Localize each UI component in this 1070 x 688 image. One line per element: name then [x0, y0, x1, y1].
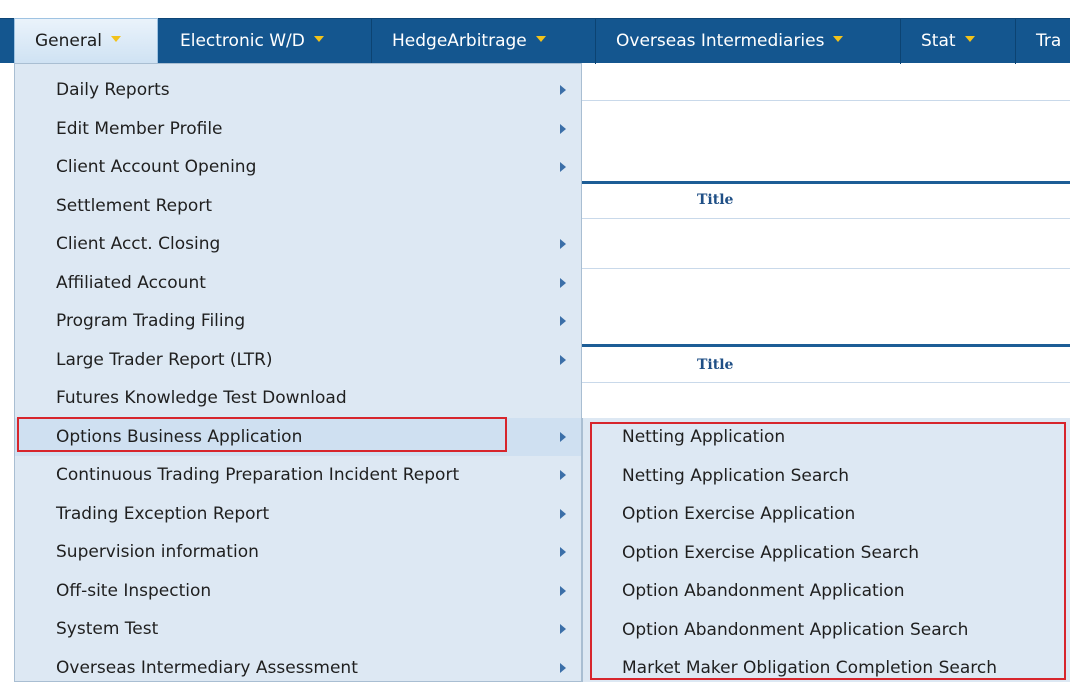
chevron-right-icon: [560, 354, 566, 365]
menu-item-label: Affiliated Account: [56, 272, 206, 293]
submenu-item-label: Netting Application: [622, 427, 786, 447]
chevron-right-icon: [560, 316, 566, 327]
menu-item-label: Overseas Intermediary Assessment: [56, 657, 358, 678]
chevron-right-icon: [560, 624, 566, 635]
chevron-right-icon: [560, 431, 566, 442]
table-header-title: Title: [697, 192, 734, 208]
caret-down-icon: [964, 36, 975, 42]
menu-item-label: Options Business Application: [56, 426, 303, 447]
menu-item-program-trading-filing[interactable]: Program Trading Filing: [15, 302, 581, 341]
menu-item-supervision-information[interactable]: Supervision information: [15, 533, 581, 572]
submenu-item-label: Market Maker Obligation Completion Searc…: [622, 658, 997, 678]
caret-down-icon: [313, 36, 324, 42]
chevron-right-icon: [560, 123, 566, 134]
menu-item-label: Large Trader Report (LTR): [56, 349, 273, 370]
menu-item-daily-reports[interactable]: Daily Reports: [15, 71, 581, 110]
menu-item-off-site-inspection[interactable]: Off-site Inspection: [15, 572, 581, 611]
chevron-right-icon: [560, 239, 566, 250]
menu-item-label: Off-site Inspection: [56, 580, 212, 601]
options-business-submenu: Netting Application Netting Application …: [582, 418, 1070, 682]
submenu-item-label: Option Abandonment Application: [622, 581, 905, 601]
general-dropdown-menu: Daily Reports Edit Member Profile Client…: [14, 63, 582, 682]
submenu-item-option-exercise-application-search[interactable]: Option Exercise Application Search: [583, 534, 1070, 573]
menu-item-edit-member-profile[interactable]: Edit Member Profile: [15, 110, 581, 149]
chevron-right-icon: [560, 662, 566, 673]
menu-item-label: Settlement Report: [56, 195, 212, 216]
submenu-item-netting-application-search[interactable]: Netting Application Search: [583, 457, 1070, 496]
submenu-item-option-exercise-application[interactable]: Option Exercise Application: [583, 495, 1070, 534]
nav-general[interactable]: General: [14, 18, 158, 64]
nav-overseas-intermediaries-label: Overseas Intermediaries: [616, 31, 825, 51]
submenu-item-option-abandonment-application[interactable]: Option Abandonment Application: [583, 572, 1070, 611]
menu-item-label: Client Account Opening: [56, 157, 257, 177]
menu-item-label: Edit Member Profile: [56, 118, 223, 139]
menu-item-label: System Test: [56, 619, 159, 639]
page-divider: [578, 382, 1070, 383]
chevron-right-icon: [560, 470, 566, 481]
menu-item-settlement-report[interactable]: Settlement Report: [15, 187, 581, 226]
top-nav-bar: General Electronic W/D HedgeArbitrage Ov…: [0, 18, 1070, 64]
chevron-right-icon: [560, 162, 566, 173]
menu-item-label: Trading Exception Report: [56, 503, 270, 524]
section-rule: [578, 181, 1070, 184]
menu-item-client-acct-closing[interactable]: Client Acct. Closing: [15, 225, 581, 264]
chevron-right-icon: [560, 547, 566, 558]
table-header-title: Title: [697, 357, 734, 373]
nav-electronic-wd-label: Electronic W/D: [180, 31, 305, 51]
menu-item-options-business-application[interactable]: Options Business Application: [15, 417, 581, 456]
menu-item-futures-knowledge-test-download[interactable]: Futures Knowledge Test Download: [15, 379, 581, 418]
submenu-item-label: Option Exercise Application: [622, 504, 856, 524]
menu-item-system-test[interactable]: System Test: [15, 610, 581, 649]
page-divider: [578, 218, 1070, 219]
nav-hedge-arbitrage[interactable]: HedgeArbitrage: [372, 19, 596, 64]
nav-stat[interactable]: Stat: [901, 19, 1016, 64]
menu-item-overseas-intermediary-assessment[interactable]: Overseas Intermediary Assessment: [15, 649, 581, 688]
menu-item-continuous-trading-preparation[interactable]: Continuous Trading Preparation Incident …: [15, 456, 581, 495]
nav-truncated-label: Tra: [1036, 31, 1062, 51]
nav-hedge-arbitrage-label: HedgeArbitrage: [392, 31, 527, 51]
menu-item-label: Futures Knowledge Test Download: [56, 388, 347, 408]
menu-item-trading-exception-report[interactable]: Trading Exception Report: [15, 495, 581, 534]
submenu-item-label: Netting Application Search: [622, 465, 849, 486]
submenu-item-label: Option Exercise Application Search: [622, 542, 920, 563]
menu-item-label: Daily Reports: [56, 80, 170, 100]
caret-down-icon: [833, 36, 844, 42]
caret-down-icon: [535, 36, 546, 42]
menu-item-affiliated-account[interactable]: Affiliated Account: [15, 264, 581, 303]
caret-down-icon: [111, 36, 121, 42]
nav-electronic-wd[interactable]: Electronic W/D: [160, 19, 372, 64]
chevron-right-icon: [560, 277, 566, 288]
submenu-item-option-abandonment-application-search[interactable]: Option Abandonment Application Search: [583, 611, 1070, 650]
nav-overseas-intermediaries[interactable]: Overseas Intermediaries: [596, 19, 901, 64]
chevron-right-icon: [560, 85, 566, 96]
page-divider: [578, 100, 1070, 101]
nav-general-label: General: [35, 31, 102, 51]
section-rule: [578, 344, 1070, 347]
chevron-right-icon: [560, 585, 566, 596]
nav-truncated[interactable]: Tra: [1016, 19, 1070, 64]
menu-item-label: Supervision information: [56, 542, 259, 562]
page-divider: [578, 268, 1070, 269]
menu-item-label: Client Acct. Closing: [56, 234, 221, 254]
menu-item-label: Continuous Trading Preparation Incident …: [56, 465, 460, 485]
menu-item-client-account-opening[interactable]: Client Account Opening: [15, 148, 581, 187]
nav-stat-label: Stat: [921, 31, 956, 51]
menu-item-label: Program Trading Filing: [56, 311, 246, 331]
submenu-item-netting-application[interactable]: Netting Application: [583, 418, 1070, 457]
chevron-right-icon: [560, 508, 566, 519]
menu-item-large-trader-report[interactable]: Large Trader Report (LTR): [15, 341, 581, 380]
submenu-item-label: Option Abandonment Application Search: [622, 619, 969, 640]
